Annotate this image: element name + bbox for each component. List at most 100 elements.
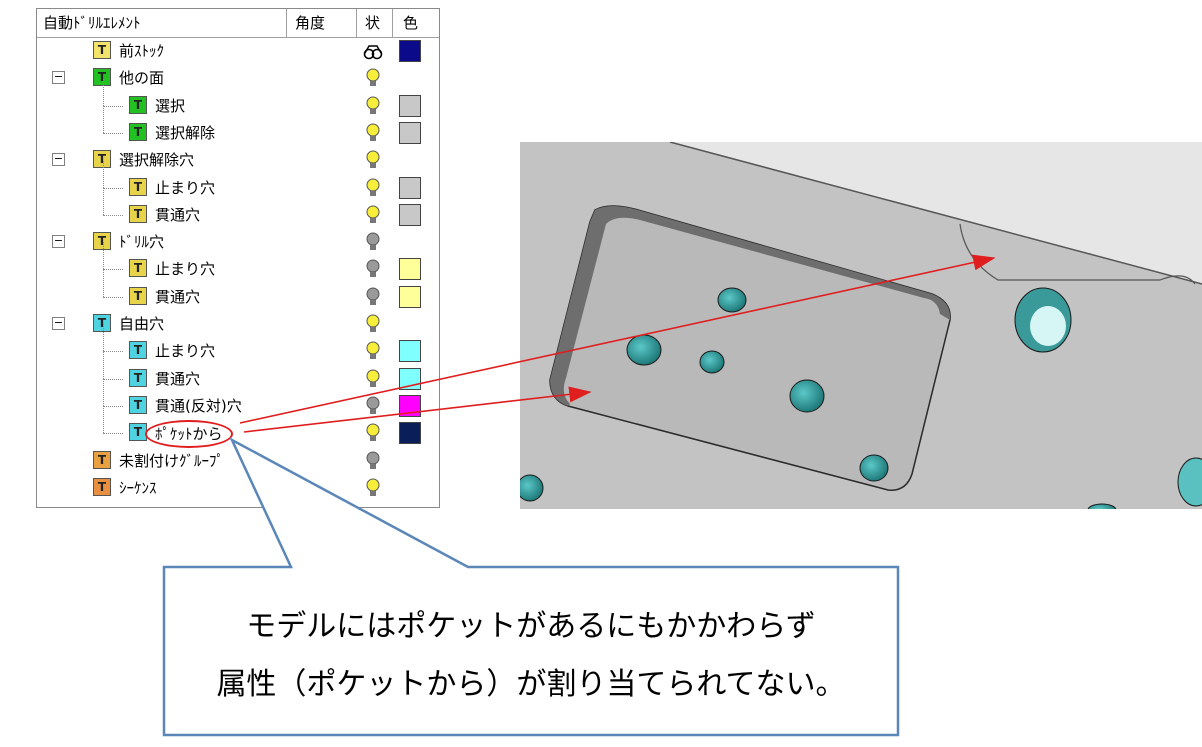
tree-connector xyxy=(103,188,104,215)
callout-text: モデルにはポケットがあるにもかかわらず 属性（ポケットから）が割り当てられてない… xyxy=(170,598,892,714)
tree-connector xyxy=(103,188,123,189)
tree-connector xyxy=(103,161,104,188)
tree-connector xyxy=(103,79,104,106)
tree-row[interactable]: T 貫通穴 xyxy=(37,188,439,229)
tree-row-label: 貫通(反対)穴 xyxy=(155,397,242,415)
bulb-on-icon[interactable] xyxy=(363,340,383,362)
color-swatch[interactable] xyxy=(399,177,421,199)
bulb-on-icon[interactable] xyxy=(363,313,383,335)
tree-connector xyxy=(103,106,104,133)
column-header-state[interactable]: 状 xyxy=(357,9,393,37)
tree-row-label: ﾄﾞﾘﾙ穴 xyxy=(119,233,165,251)
bulb-off-icon[interactable] xyxy=(363,395,383,417)
tree-row[interactable]: T 止まり穴 xyxy=(37,161,439,202)
tree-row-label: 止まり穴 xyxy=(155,260,216,278)
tree-row-label: ﾎﾟｹｯﾄから xyxy=(145,420,233,448)
tree-connector xyxy=(103,352,104,379)
auto-drill-element-tree: 自動ﾄﾞﾘﾙｴﾚﾒﾝﾄ 角度 状 色 T 前ｽﾄｯｸ − T 他の面 T 選択 T 選択解除 − T… xyxy=(36,8,440,508)
tree-connector xyxy=(103,351,123,352)
blind-hole-icon: T xyxy=(129,259,147,277)
collapse-toggle-icon[interactable]: − xyxy=(52,153,65,166)
tree-row-label: 止まり穴 xyxy=(155,342,216,360)
bulb-off-icon[interactable] xyxy=(363,258,383,280)
tree-row-label: 自由穴 xyxy=(119,315,165,333)
color-swatch[interactable] xyxy=(399,40,421,62)
model-render xyxy=(520,142,1202,509)
bulb-on-icon[interactable] xyxy=(363,122,383,144)
column-header-color[interactable]: 色 xyxy=(393,9,439,37)
tree-row[interactable]: − T 選択解除穴 xyxy=(37,147,439,174)
tree-connector xyxy=(103,133,123,134)
column-header-name[interactable]: 自動ﾄﾞﾘﾙｴﾚﾒﾝﾄ xyxy=(37,9,287,37)
bulb-on-icon[interactable] xyxy=(363,204,383,226)
color-swatch[interactable] xyxy=(399,286,421,308)
blind-hole-icon: T xyxy=(129,341,147,359)
tree-row-label: 貫通穴 xyxy=(155,288,201,306)
tree-row[interactable]: − T 自由穴 xyxy=(37,311,439,338)
tree-row[interactable]: T 選択解除 xyxy=(37,106,439,147)
tree-row[interactable]: T 貫通穴 xyxy=(37,352,439,393)
collapse-toggle-icon[interactable]: − xyxy=(52,317,65,330)
color-swatch[interactable] xyxy=(399,258,421,280)
bulb-on-icon[interactable] xyxy=(363,368,383,390)
color-swatch[interactable] xyxy=(399,122,421,144)
bulb-off-icon[interactable] xyxy=(363,450,383,472)
bulb-off-icon[interactable] xyxy=(363,286,383,308)
face-icon: T xyxy=(129,96,147,114)
face-icon: T xyxy=(93,68,111,86)
tree-connector xyxy=(103,433,123,434)
color-swatch[interactable] xyxy=(399,422,421,444)
bulb-on-icon[interactable] xyxy=(363,149,383,171)
color-swatch[interactable] xyxy=(399,204,421,226)
column-header-angle[interactable]: 角度 xyxy=(287,9,357,37)
tree-connector xyxy=(103,379,104,406)
callout-line-1: モデルにはポケットがあるにもかかわらず xyxy=(246,609,816,644)
reverse-hole-icon: T xyxy=(129,396,147,414)
tree-row[interactable]: T ﾎﾟｹｯﾄから xyxy=(37,406,439,448)
tree-row[interactable]: − T 他の面 xyxy=(37,65,439,92)
model-viewport[interactable] xyxy=(520,142,1202,509)
collapse-toggle-icon[interactable]: − xyxy=(52,235,65,248)
unassigned-group-icon: T xyxy=(93,451,111,469)
bulb-on-icon[interactable] xyxy=(363,477,383,499)
tree-row[interactable]: T 止まり穴 xyxy=(37,324,439,365)
bulb-on-icon[interactable] xyxy=(363,177,383,199)
through-hole-icon: T xyxy=(129,287,147,305)
tree-connector xyxy=(103,406,123,407)
color-swatch[interactable] xyxy=(399,368,421,390)
stock-icon: T xyxy=(93,41,111,59)
bulb-on-icon[interactable] xyxy=(363,67,383,89)
tree-connector xyxy=(103,297,123,298)
tree-row[interactable]: T 貫通(反対)穴 xyxy=(37,379,439,420)
sequence-icon: T xyxy=(93,478,111,496)
tree-row[interactable]: T 貫通穴 xyxy=(37,270,439,311)
tree-row[interactable]: T ｼｰｹﾝｽ xyxy=(37,475,439,502)
tree-row-label: 止まり穴 xyxy=(155,179,216,197)
bulb-off-icon[interactable] xyxy=(363,231,383,253)
tree-row-label: 選択 xyxy=(155,97,186,115)
tree-row-label: 未割付けｸﾞﾙｰﾌﾟ xyxy=(119,452,225,470)
color-swatch[interactable] xyxy=(399,340,421,362)
tree-row[interactable]: T 止まり穴 xyxy=(37,242,439,283)
hole-group-icon: T xyxy=(93,150,111,168)
tree-row[interactable]: − T ﾄﾞﾘﾙ穴 xyxy=(37,229,439,256)
tree-row[interactable]: T 選択 xyxy=(37,79,439,120)
tree-connector xyxy=(103,324,104,351)
bulb-on-icon[interactable] xyxy=(363,95,383,117)
color-swatch[interactable] xyxy=(399,395,421,417)
collapse-toggle-icon[interactable]: − xyxy=(52,71,65,84)
hole-group-icon: T xyxy=(93,314,111,332)
glasses-icon[interactable] xyxy=(363,40,383,62)
face-icon: T xyxy=(129,123,147,141)
tree-row-label: 貫通穴 xyxy=(155,370,201,388)
tree-row-label: 他の面 xyxy=(119,69,165,87)
color-swatch[interactable] xyxy=(399,95,421,117)
tree-row[interactable]: T 前ｽﾄｯｸ xyxy=(37,38,439,65)
tree-row-label: 選択解除穴 xyxy=(119,151,195,169)
callout-line-2: 属性（ポケットから）が割り当てられてない。 xyxy=(216,667,846,702)
tree-row[interactable]: T 未割付けｸﾞﾙｰﾌﾟ xyxy=(37,448,439,475)
tree-header: 自動ﾄﾞﾘﾙｴﾚﾒﾝﾄ 角度 状 色 xyxy=(37,9,439,38)
bulb-on-icon[interactable] xyxy=(363,422,383,444)
hole-group-icon: T xyxy=(93,232,111,250)
tree-connector xyxy=(103,269,123,270)
